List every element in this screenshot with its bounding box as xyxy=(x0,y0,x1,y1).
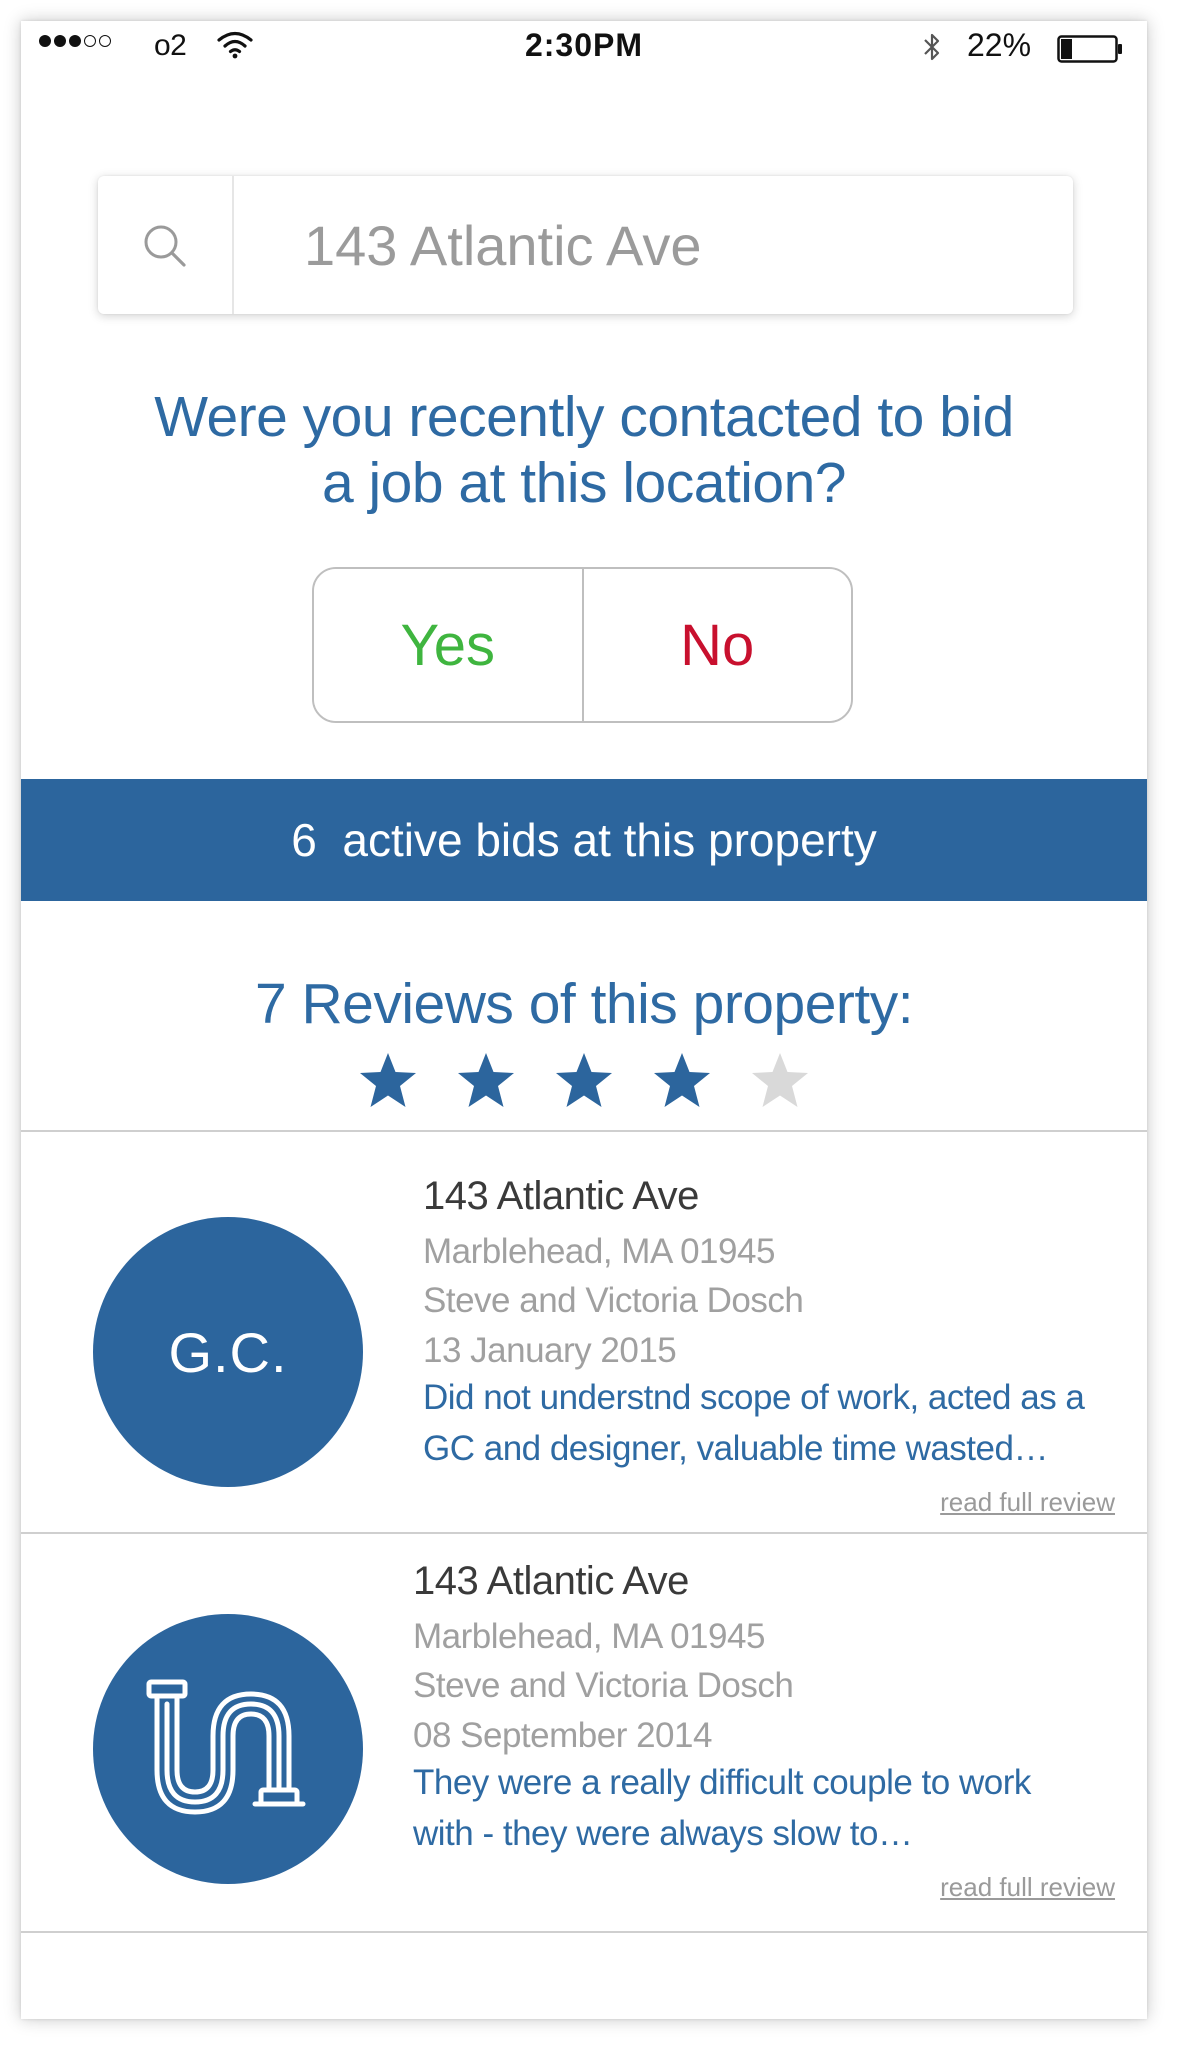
star-empty-icon xyxy=(752,1053,808,1107)
question-line-1: Were you recently contacted to bid xyxy=(154,385,1014,449)
review-city: Marblehead, MA 01945 xyxy=(423,1232,775,1271)
active-bids-banner[interactable]: 6 active bids at this property xyxy=(21,779,1147,901)
review-excerpt-line: GC and designer, valuable time wasted… xyxy=(423,1429,1048,1468)
address-search-box[interactable] xyxy=(98,176,1073,314)
review-owners: Steve and Victoria Dosch xyxy=(413,1666,794,1705)
review-item[interactable]: G.C. 143 Atlantic Ave Marblehead, MA 019… xyxy=(21,1132,1147,1532)
read-full-review-link[interactable]: read full review xyxy=(940,1487,1115,1518)
review-excerpt: They were a really difficult couple to w… xyxy=(413,1757,1113,1859)
yes-button[interactable]: Yes xyxy=(314,569,584,721)
active-bids-text: active bids at this property xyxy=(342,814,877,866)
battery-icon xyxy=(1057,35,1122,63)
yes-no-segmented-control: Yes No xyxy=(312,567,853,723)
review-date: 08 September 2014 xyxy=(413,1716,712,1755)
search-icon[interactable] xyxy=(98,176,234,314)
reviewer-avatar xyxy=(93,1614,363,1884)
avatar-initials: G.C. xyxy=(168,1320,288,1384)
property-rating-stars xyxy=(21,1051,1147,1109)
star-filled-icon xyxy=(654,1053,710,1107)
review-address: 143 Atlantic Ave xyxy=(423,1174,699,1218)
review-excerpt-line: with - they were always slow to… xyxy=(413,1814,913,1853)
reviewer-avatar: G.C. xyxy=(93,1217,363,1487)
active-bids-count: 6 xyxy=(291,814,317,866)
star-filled-icon xyxy=(556,1053,612,1107)
review-address: 143 Atlantic Ave xyxy=(413,1559,689,1603)
review-city: Marblehead, MA 01945 xyxy=(413,1617,765,1656)
read-full-review-link[interactable]: read full review xyxy=(940,1872,1115,1903)
star-filled-icon xyxy=(360,1053,416,1107)
review-date: 13 January 2015 xyxy=(423,1331,677,1370)
review-excerpt-line: They were a really difficult couple to w… xyxy=(413,1763,1031,1802)
review-excerpt: Did not understnd scope of work, acted a… xyxy=(423,1372,1123,1474)
battery-percent: 22% xyxy=(967,27,1032,63)
no-button[interactable]: No xyxy=(583,569,851,721)
reviews-title: 7 Reviews of this property: xyxy=(254,972,914,1036)
address-search-input[interactable] xyxy=(234,176,1054,314)
status-bar: o2 2:30PM 22% xyxy=(21,21,1147,81)
review-owners: Steve and Victoria Dosch xyxy=(423,1281,804,1320)
bid-contact-question: Were you recently contacted to bid a job… xyxy=(21,384,1147,516)
question-line-2: a job at this location? xyxy=(321,451,847,515)
review-excerpt-line: Did not understnd scope of work, acted a… xyxy=(423,1378,1085,1417)
star-filled-icon xyxy=(458,1053,514,1107)
divider xyxy=(21,1931,1147,1933)
bluetooth-icon xyxy=(924,33,940,61)
phone-screen: o2 2:30PM 22% Were you recently con xyxy=(21,21,1147,2019)
pipe-icon xyxy=(146,1679,306,1815)
review-item[interactable]: 143 Atlantic Ave Marblehead, MA 01945 St… xyxy=(21,1534,1147,1934)
